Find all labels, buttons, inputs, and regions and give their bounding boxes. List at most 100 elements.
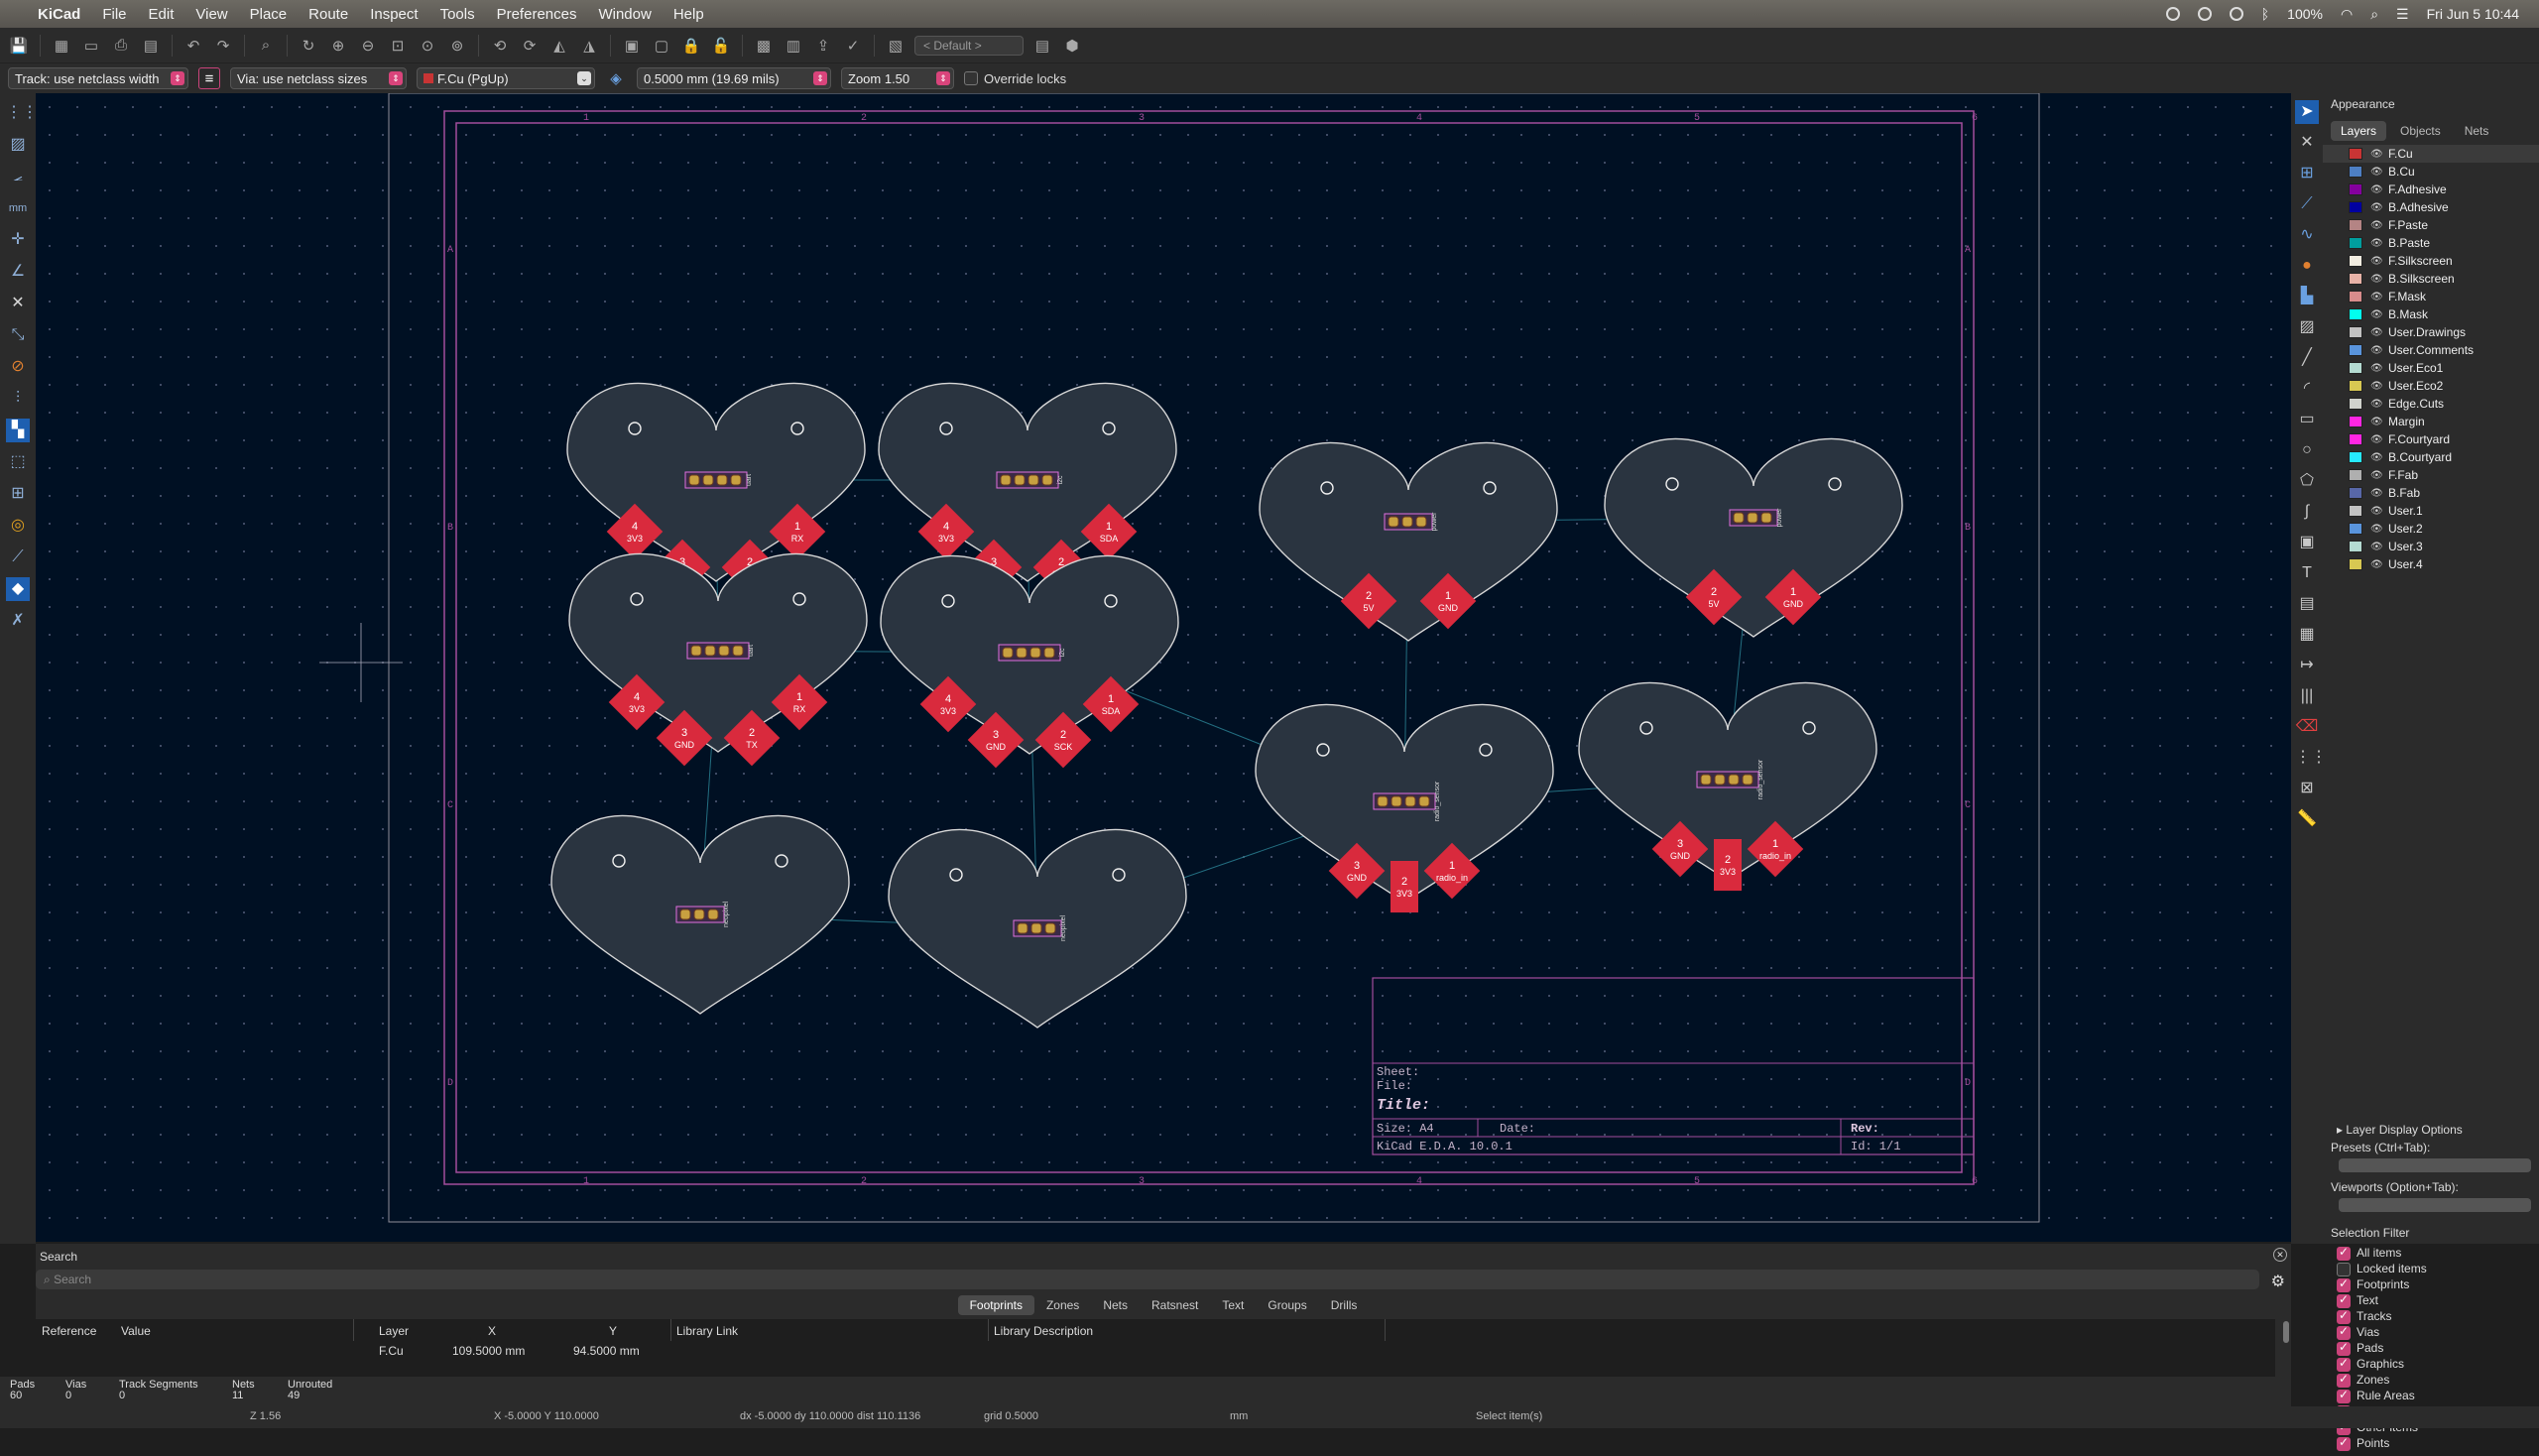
layer-row-user-4[interactable]: 👁 User.4: [2323, 555, 2539, 573]
zoom-objects-icon[interactable]: ⊙: [417, 35, 438, 57]
layer-row-user-drawings[interactable]: 👁 User.Drawings: [2323, 323, 2539, 341]
layer-color-swatch[interactable]: [2349, 148, 2362, 160]
track-width-dropdown[interactable]: Track: use netclass width ⇕: [8, 67, 188, 89]
heart-board[interactable]: power 25V 1GND: [1604, 437, 1903, 638]
checkbox-box[interactable]: [2337, 1245, 2351, 1261]
grid-origin-icon[interactable]: ⋮⋮: [2295, 746, 2327, 770]
autowidth-icon[interactable]: ≡: [198, 67, 220, 89]
tab-zones[interactable]: Zones: [1034, 1295, 1091, 1315]
layer-color-swatch[interactable]: [2349, 398, 2362, 410]
table-cell-x[interactable]: 109.5000 mm: [452, 1344, 525, 1358]
units-mm-icon[interactable]: mm: [6, 196, 30, 220]
grid-toggle-icon[interactable]: ⋮⋮: [6, 101, 38, 125]
menu-window[interactable]: Window: [598, 6, 651, 23]
heart-board[interactable]: radio_sensor 3GND 23V3 1radio_in: [1255, 703, 1554, 912]
add-dimension-icon[interactable]: ↦: [2295, 654, 2319, 677]
eye-icon[interactable]: 👁: [2370, 220, 2383, 231]
layer-row-b-adhesive[interactable]: 👁 B.Adhesive: [2323, 198, 2539, 216]
checkbox-box[interactable]: [2337, 1324, 2351, 1340]
eye-icon[interactable]: 👁: [2370, 381, 2383, 392]
local-ratsnest-icon[interactable]: ✕: [2295, 131, 2319, 155]
layer-color-swatch[interactable]: [2349, 541, 2362, 552]
undo-icon[interactable]: ↶: [182, 35, 204, 57]
layer-color-swatch[interactable]: [2349, 219, 2362, 231]
heart-board[interactable]: i2c 43V3 3GND 2SCK 1SDA: [880, 554, 1179, 769]
menu-file[interactable]: File: [102, 6, 126, 23]
status-icon[interactable]: [2197, 7, 2212, 21]
filter-graphics[interactable]: Graphics: [2337, 1356, 2432, 1373]
plugin-icon[interactable]: ⬢: [1061, 35, 1083, 57]
override-locks-checkbox[interactable]: Override locks: [964, 71, 1066, 86]
route-track-icon[interactable]: ⟋: [2295, 192, 2319, 216]
eye-icon[interactable]: 👁: [2370, 292, 2383, 303]
layer-color-swatch[interactable]: [2349, 166, 2362, 178]
eye-icon[interactable]: 👁: [2370, 327, 2383, 338]
layer-color-swatch[interactable]: [2349, 505, 2362, 517]
heart-board[interactable]: power 25V 1GND: [1259, 441, 1558, 642]
ratsnest-icon[interactable]: ✕: [6, 292, 30, 315]
eye-icon[interactable]: 👁: [2370, 238, 2383, 249]
app-menu[interactable]: KiCad: [38, 6, 80, 23]
tab-layers[interactable]: Layers: [2331, 121, 2387, 141]
cursor-icon[interactable]: ✛: [6, 228, 30, 252]
filter-locked-items[interactable]: Locked items: [2337, 1262, 2432, 1277]
filter-rule-areas[interactable]: Rule Areas: [2337, 1388, 2432, 1404]
checkbox-box[interactable]: [2337, 1356, 2351, 1372]
layer-color-swatch[interactable]: [2349, 380, 2362, 392]
checkbox-box[interactable]: [2337, 1388, 2351, 1403]
heart-board[interactable]: radio_sensor 3GND 23V3 1radio_in: [1578, 681, 1877, 891]
delete-icon[interactable]: ⌫: [2295, 715, 2319, 739]
layer-row-user-eco2[interactable]: 👁 User.Eco2: [2323, 377, 2539, 395]
search-icon[interactable]: ⌕: [2370, 6, 2378, 23]
layer-row-user-3[interactable]: 👁 User.3: [2323, 538, 2539, 555]
column-header[interactable]: Value: [121, 1324, 151, 1338]
pcb-canvas[interactable]: 1 1 2 2 3 3 4 4 5 5 6 6 A A B B C C D D Sheet: File: Title:…: [36, 93, 2291, 1242]
layer-color-swatch[interactable]: [2349, 416, 2362, 427]
column-header[interactable]: Reference: [42, 1324, 96, 1338]
bluetooth-icon[interactable]: ᛒ: [2261, 6, 2269, 22]
column-header[interactable]: Y: [609, 1324, 617, 1338]
via-outline-icon[interactable]: ◎: [6, 514, 30, 538]
filter-points[interactable]: Points: [2337, 1435, 2432, 1452]
eye-icon[interactable]: 👁: [2370, 167, 2383, 178]
tune-length-icon[interactable]: ∿: [2295, 223, 2319, 247]
drc-icon[interactable]: ✓: [842, 35, 864, 57]
layer-color-swatch[interactable]: [2349, 308, 2362, 320]
layer-color-swatch[interactable]: [2349, 255, 2362, 267]
menu-inspect[interactable]: Inspect: [370, 6, 418, 23]
via-size-dropdown[interactable]: Via: use netclass sizes ⇕: [230, 67, 407, 89]
table-cell-y[interactable]: 94.5000 mm: [573, 1344, 640, 1358]
filter-zones[interactable]: Zones: [2337, 1372, 2432, 1389]
checkbox-box[interactable]: [2337, 1262, 2351, 1276]
search-input[interactable]: ⌕ Search: [36, 1270, 2259, 1289]
layer-row-user-1[interactable]: 👁 User.1: [2323, 502, 2539, 520]
heart-board[interactable]: uart 43V3 3GND 2TX 1RX: [568, 552, 868, 767]
column-header[interactable]: X: [488, 1324, 496, 1338]
filter-all-items[interactable]: All items: [2337, 1245, 2432, 1262]
zoom-fit-icon[interactable]: ⊡: [387, 35, 409, 57]
layer-row-b-mask[interactable]: 👁 B.Mask: [2323, 305, 2539, 323]
smd-pad[interactable]: 23V3: [1714, 839, 1742, 891]
eye-icon[interactable]: 👁: [2370, 434, 2383, 445]
layer-row-margin[interactable]: 👁 Margin: [2323, 413, 2539, 430]
flip-icon[interactable]: ◭: [548, 35, 570, 57]
layer-color-swatch[interactable]: [2349, 201, 2362, 213]
column-header[interactable]: Library Description: [994, 1324, 1093, 1338]
layer-color-swatch[interactable]: [2349, 183, 2362, 195]
gear-icon[interactable]: ⚙: [2271, 1272, 2285, 1291]
footprint-browser-icon[interactable]: ▥: [783, 35, 804, 57]
layer-dropdown[interactable]: F.Cu (PgUp) ⌄: [417, 67, 595, 89]
layer-color-swatch[interactable]: [2349, 326, 2362, 338]
tab-footprints[interactable]: Footprints: [957, 1295, 1034, 1315]
status-icon[interactable]: [2229, 7, 2243, 21]
layer-color-swatch[interactable]: [2349, 273, 2362, 285]
save-icon[interactable]: 💾: [8, 35, 30, 57]
plot-icon[interactable]: ▤: [140, 35, 162, 57]
layer-stack-icon[interactable]: ◈: [605, 67, 627, 89]
layer-row-b-fab[interactable]: 👁 B.Fab: [2323, 484, 2539, 502]
eye-icon[interactable]: 👁: [2370, 149, 2383, 160]
checkbox-box[interactable]: [2337, 1308, 2351, 1324]
draw-line-icon[interactable]: ╱: [2295, 346, 2319, 370]
layer-color-swatch[interactable]: [2349, 362, 2362, 374]
filter-pads[interactable]: Pads: [2337, 1340, 2432, 1357]
